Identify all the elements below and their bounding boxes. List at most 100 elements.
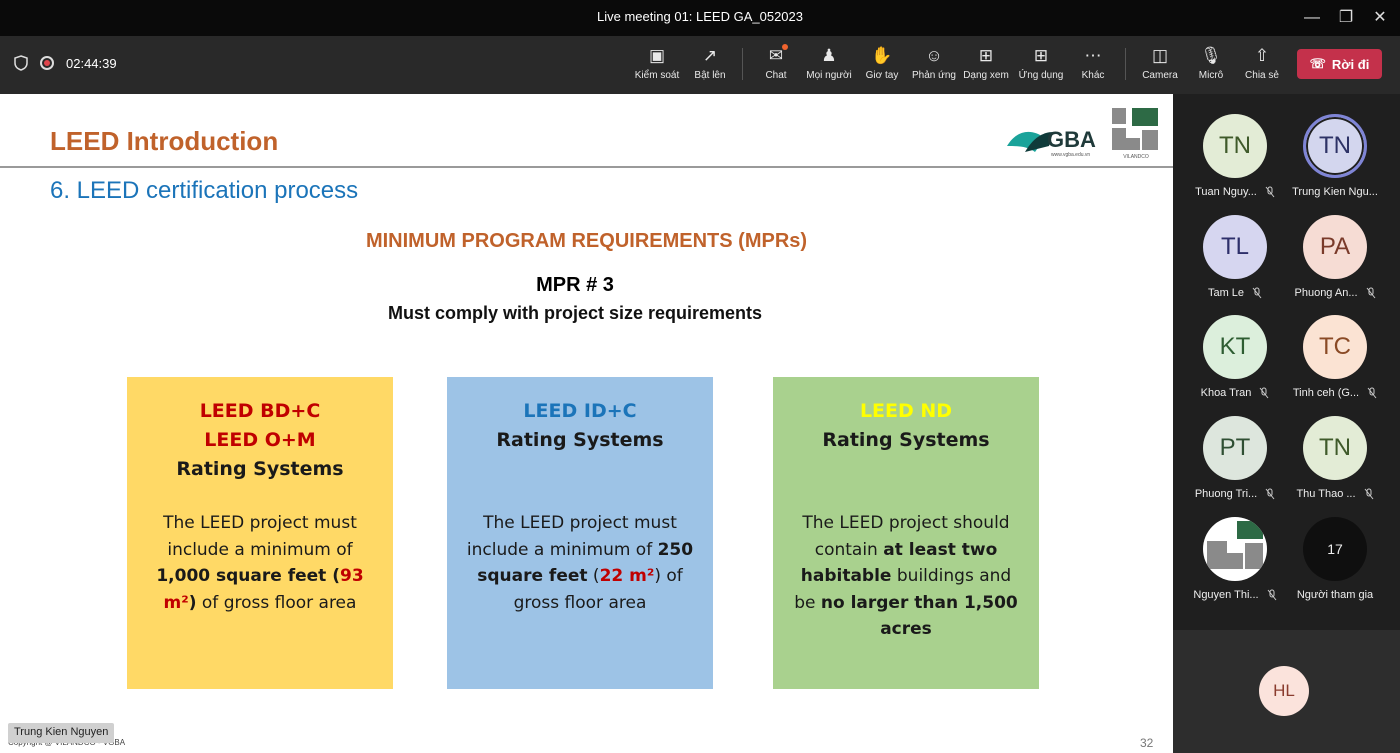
mic-muted-icon bbox=[1267, 589, 1276, 601]
box-body-text: of gross floor area bbox=[196, 592, 357, 613]
share-icon: ⇧ bbox=[1254, 46, 1270, 65]
box-rating-name: LEED BD+C bbox=[199, 400, 321, 422]
gba-logo-text: GBA bbox=[1047, 127, 1096, 152]
box-rating-name: LEED ID+C bbox=[523, 400, 637, 422]
people-label: Mọi người bbox=[806, 70, 852, 81]
minimize-icon[interactable]: — bbox=[1300, 6, 1324, 30]
box-bdc-om: LEED BD+C LEED O+M Rating Systems The LE… bbox=[127, 377, 393, 689]
participant-tile[interactable]: PA Phuong An... bbox=[1280, 215, 1390, 299]
participant-tile[interactable]: TN Thu Thao ... bbox=[1280, 416, 1390, 500]
avatar: PT bbox=[1203, 416, 1267, 480]
apps-icon: ⊞ bbox=[1033, 46, 1049, 65]
screen-share-control-icon: ▣ bbox=[648, 46, 666, 65]
box-rating-name-2: LEED O+M bbox=[204, 429, 316, 451]
box-body-paren: ) bbox=[654, 566, 661, 586]
mpr-description: Must comply with project size requiremen… bbox=[387, 303, 763, 323]
hang-up-icon: ☏ bbox=[1309, 56, 1326, 71]
vilandco-logo: VILANDCO bbox=[1112, 108, 1158, 160]
view-button[interactable]: ⊞ Dạng xem bbox=[958, 44, 1014, 81]
chat-label: Chat bbox=[765, 70, 787, 81]
react-icon: ☺ bbox=[925, 46, 943, 65]
participant-name: Trung Kien Ngu... bbox=[1292, 186, 1378, 198]
participant-tile[interactable]: PT Phuong Tri... bbox=[1180, 416, 1290, 500]
participant-tile[interactable]: TN Trung Kien Ngu... bbox=[1280, 114, 1390, 198]
apps-label: Ứng dụng bbox=[1018, 70, 1064, 81]
participant-tile[interactable]: TC Tinh ceh (G... bbox=[1280, 315, 1390, 399]
vilandco-logo-text: VILANDCO bbox=[1123, 154, 1149, 160]
box-rating-label: Rating Systems bbox=[496, 429, 664, 451]
share-up-icon: ↗ bbox=[702, 46, 718, 65]
avatar: TN bbox=[1303, 416, 1367, 480]
mpr-heading: MINIMUM PROGRAM REQUIREMENTS (MPRs) bbox=[365, 230, 808, 252]
recording-status: 02:44:39 bbox=[14, 55, 117, 71]
participant-name: Nguyen Thi... bbox=[1193, 589, 1259, 601]
apps-button[interactable]: ⊞ Ứng dụng bbox=[1013, 44, 1069, 81]
react-button[interactable]: ☺ Phản ứng bbox=[906, 44, 962, 81]
participant-tile[interactable]: KT Khoa Tran bbox=[1180, 315, 1290, 399]
box-body: The LEED project must include a minimum … bbox=[127, 510, 393, 616]
more-participants-tile[interactable]: 17 Người tham gia bbox=[1280, 517, 1390, 601]
mic-off-icon: 🎙 bbox=[1200, 46, 1222, 65]
gba-logo-url: www.vgba.edu.vn bbox=[1051, 152, 1090, 158]
mic-muted-icon bbox=[1252, 287, 1262, 299]
gba-logo: GBA www.vgba.edu.vn bbox=[1007, 127, 1096, 158]
share-button[interactable]: ⇧ Chia sẻ bbox=[1234, 44, 1290, 81]
slide-subtitle: 6. LEED certification process bbox=[50, 177, 359, 204]
box-body-metric: 22 m² bbox=[599, 566, 655, 586]
meeting-timer: 02:44:39 bbox=[66, 55, 117, 71]
box-body: The LEED project must include a minimum … bbox=[447, 510, 713, 616]
more-icon: ⋯ bbox=[1084, 46, 1102, 65]
maximize-icon[interactable]: ❐ bbox=[1334, 6, 1358, 30]
shared-slide: LEED Introduction GBA www.vgba.edu.vn VI… bbox=[0, 94, 1173, 753]
people-button[interactable]: ♟ Mọi người bbox=[801, 44, 857, 81]
participant-tile[interactable]: TL Tam Le bbox=[1180, 215, 1290, 299]
presenter-name-tag: Trung Kien Nguyen bbox=[8, 723, 115, 743]
control-button[interactable]: ▣ Kiểm soát bbox=[629, 44, 685, 81]
mic-muted-icon bbox=[1366, 287, 1375, 299]
participants-panel: TN Tuan Nguy... TN Trung Kien Ngu... TL … bbox=[1173, 94, 1400, 630]
mic-muted-icon bbox=[1265, 186, 1275, 198]
box-body-paren: ( bbox=[326, 566, 340, 586]
participant-name: Tinh ceh (G... bbox=[1292, 387, 1360, 399]
box-nd: LEED ND Rating Systems The LEED project … bbox=[773, 377, 1039, 689]
close-icon[interactable]: ✕ bbox=[1368, 6, 1392, 30]
raise-hand-button[interactable]: ✋ Giơ tay bbox=[854, 44, 910, 81]
self-avatar: HL bbox=[1259, 666, 1309, 716]
mpr-number: MPR # 3 bbox=[536, 274, 614, 296]
box-body-bold: 1,000 square feet bbox=[156, 566, 327, 586]
avatar: TN bbox=[1203, 114, 1267, 178]
avatar: PA bbox=[1303, 215, 1367, 279]
box-body: The LEED project should contain at least… bbox=[773, 510, 1039, 643]
slide-page-number: 32 bbox=[1140, 736, 1154, 750]
pop-out-button[interactable]: ↗ Bật lên bbox=[682, 44, 738, 81]
box-body-bold: no larger than 1,500 acres bbox=[820, 592, 1018, 640]
box-body-paren: ) bbox=[188, 592, 197, 613]
participant-tile[interactable]: TN Tuan Nguy... bbox=[1180, 114, 1290, 198]
share-label: Chia sẻ bbox=[1245, 70, 1279, 81]
view-label: Dạng xem bbox=[963, 70, 1009, 81]
avatar: KT bbox=[1203, 315, 1267, 379]
slide-title: LEED Introduction bbox=[50, 126, 279, 156]
control-label: Kiểm soát bbox=[634, 70, 680, 81]
mic-button[interactable]: 🎙 Micrô bbox=[1183, 44, 1239, 81]
shield-icon bbox=[14, 55, 28, 71]
participant-tile[interactable]: Nguyen Thi... bbox=[1180, 517, 1290, 601]
participant-name: Phuong An... bbox=[1294, 287, 1358, 299]
participant-name: Phuong Tri... bbox=[1194, 488, 1258, 500]
people-icon: ♟ bbox=[821, 46, 837, 65]
notification-dot bbox=[782, 44, 788, 50]
leave-label: Rời đi bbox=[1331, 56, 1370, 72]
more-label: Khác bbox=[1081, 70, 1105, 81]
box-idc: LEED ID+C Rating Systems The LEED projec… bbox=[447, 377, 713, 689]
chat-icon: ✉ bbox=[768, 46, 784, 65]
toolbar-divider bbox=[742, 48, 743, 80]
chat-button[interactable]: ✉ Chat bbox=[748, 44, 804, 81]
participant-name: Tam Le bbox=[1207, 287, 1245, 299]
leave-button[interactable]: ☏ Rời đi bbox=[1297, 49, 1382, 79]
camera-button[interactable]: ◫ Camera bbox=[1132, 44, 1188, 81]
participant-name: Khoa Tran bbox=[1200, 387, 1252, 399]
raise-hand-label: Giơ tay bbox=[865, 70, 899, 81]
more-button[interactable]: ⋯ Khác bbox=[1065, 44, 1121, 81]
view-icon: ⊞ bbox=[978, 46, 994, 65]
window-title: Live meeting 01: LEED GA_052023 bbox=[597, 9, 803, 24]
